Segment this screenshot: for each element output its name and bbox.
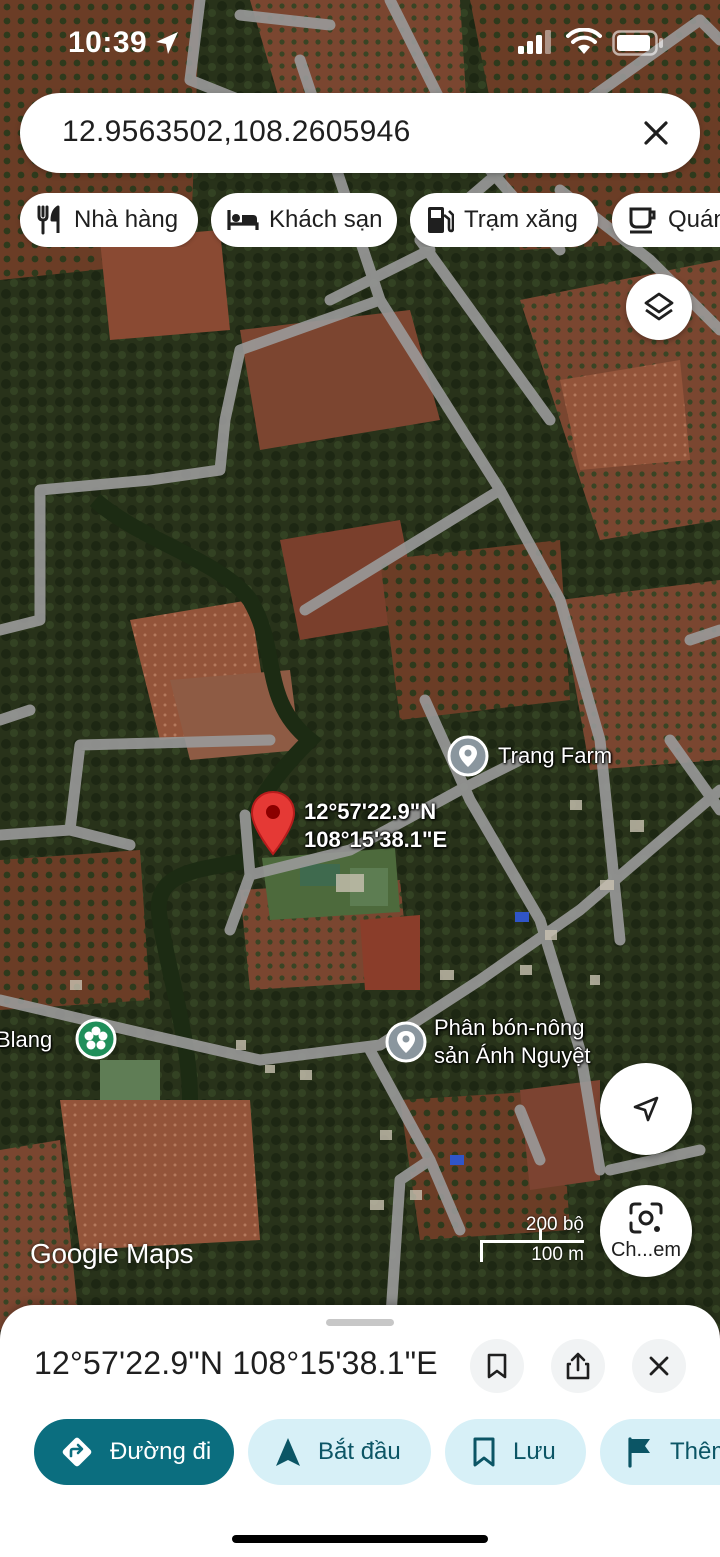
share-button[interactable]: [551, 1339, 605, 1393]
cellular-signal-icon: [518, 30, 551, 54]
action-buttons: Đường đi Bắt đầu Lưu Thêm: [0, 1419, 720, 1487]
place-bottom-sheet[interactable]: 12°57'22.9"N 108°15'38.1"E Đường đi Bắt …: [0, 1305, 720, 1557]
restaurant-icon: [37, 205, 60, 235]
poi-pin-icon[interactable]: [446, 734, 490, 778]
lens-label: Ch...em: [610, 1239, 682, 1261]
poi-name: Blang: [0, 1027, 53, 1052]
dropped-pin-icon[interactable]: [250, 790, 296, 856]
gas-station-icon: [428, 207, 454, 233]
pin-longitude: 108°15'38.1"E: [304, 827, 448, 852]
chip-label: Trạm xăng: [464, 206, 578, 233]
cafe-icon: [629, 207, 656, 234]
close-icon: [649, 1356, 669, 1376]
poi-label-blang[interactable]: Blang: [0, 1026, 52, 1054]
close-sheet-button[interactable]: [632, 1339, 686, 1393]
flag-icon: [628, 1437, 650, 1468]
pin-latitude: 12°57'22.9"N: [304, 799, 437, 824]
navigation-arrow-icon: [633, 1096, 659, 1122]
action-label: Lưu: [513, 1438, 556, 1465]
chip-hotels[interactable]: Khách sạn: [211, 193, 397, 247]
scale-feet: 200 bộ: [525, 1214, 584, 1235]
chip-gas-stations[interactable]: Trạm xăng: [410, 193, 598, 247]
map-scale: 200 bộ 100 m: [480, 1214, 590, 1274]
chip-cafes[interactable]: Quán: [612, 193, 720, 247]
hotel-icon: [227, 210, 259, 230]
pin-coordinates-label: 12°57'22.9"N 108°15'38.1"E: [304, 798, 447, 854]
directions-icon: [62, 1437, 92, 1467]
more-button[interactable]: Thêm: [600, 1419, 720, 1485]
battery-icon: [612, 30, 663, 56]
status-time: 10:39: [68, 26, 148, 59]
home-indicator[interactable]: [232, 1535, 488, 1543]
start-button[interactable]: Bắt đầu: [248, 1419, 431, 1485]
place-title: 12°57'22.9"N 108°15'38.1"E: [34, 1345, 438, 1381]
navigation-arrow-icon: [276, 1438, 300, 1466]
scale-meters: 100 m: [531, 1244, 584, 1265]
poi-name: Phân bón-nông: [434, 1015, 585, 1040]
google-maps-logo: Google Maps: [30, 1238, 194, 1269]
poi-name: Trang Farm: [498, 743, 613, 768]
wifi-icon: [566, 28, 602, 54]
bookmark-icon: [473, 1437, 495, 1467]
action-label: Bắt đầu: [318, 1438, 401, 1465]
poi-pin-icon[interactable]: [384, 1020, 428, 1064]
share-icon: [566, 1352, 590, 1380]
poi-label-trang-farm[interactable]: Trang Farm: [498, 742, 612, 770]
chip-label: Nhà hàng: [74, 206, 179, 233]
location-arrow-icon: [156, 32, 178, 54]
poi-name-line2: sản Ánh Nguyệt: [434, 1043, 591, 1068]
layers-icon: [644, 292, 674, 321]
my-location-button[interactable]: [600, 1063, 692, 1155]
chip-label: Khách sạn: [269, 206, 383, 233]
search-input[interactable]: 12.9563502,108.2605946: [62, 115, 411, 149]
poi-label-phan-bon[interactable]: Phân bón-nông sản Ánh Nguyệt: [434, 1014, 591, 1070]
action-label: Đường đi: [110, 1438, 212, 1465]
action-label: Thêm: [670, 1438, 720, 1465]
directions-button[interactable]: Đường đi: [34, 1419, 234, 1485]
bookmark-icon: [487, 1353, 507, 1379]
close-icon[interactable]: [634, 111, 678, 155]
drag-handle[interactable]: [326, 1319, 394, 1326]
search-bar[interactable]: 12.9563502,108.2605946: [20, 93, 700, 173]
category-chips: Nhà hàng Khách sạn Trạm xăng Quán: [0, 193, 720, 247]
chip-label: Quán: [668, 206, 720, 233]
save-action-button[interactable]: Lưu: [445, 1419, 586, 1485]
chip-restaurants[interactable]: Nhà hàng: [20, 193, 198, 247]
map-layers-button[interactable]: [626, 274, 692, 340]
status-bar: 10:39: [0, 0, 720, 88]
camera-lens-icon: [629, 1202, 663, 1234]
lens-search-button[interactable]: Ch...em: [600, 1185, 692, 1277]
flower-poi-icon[interactable]: [74, 1017, 118, 1061]
save-button[interactable]: [470, 1339, 524, 1393]
